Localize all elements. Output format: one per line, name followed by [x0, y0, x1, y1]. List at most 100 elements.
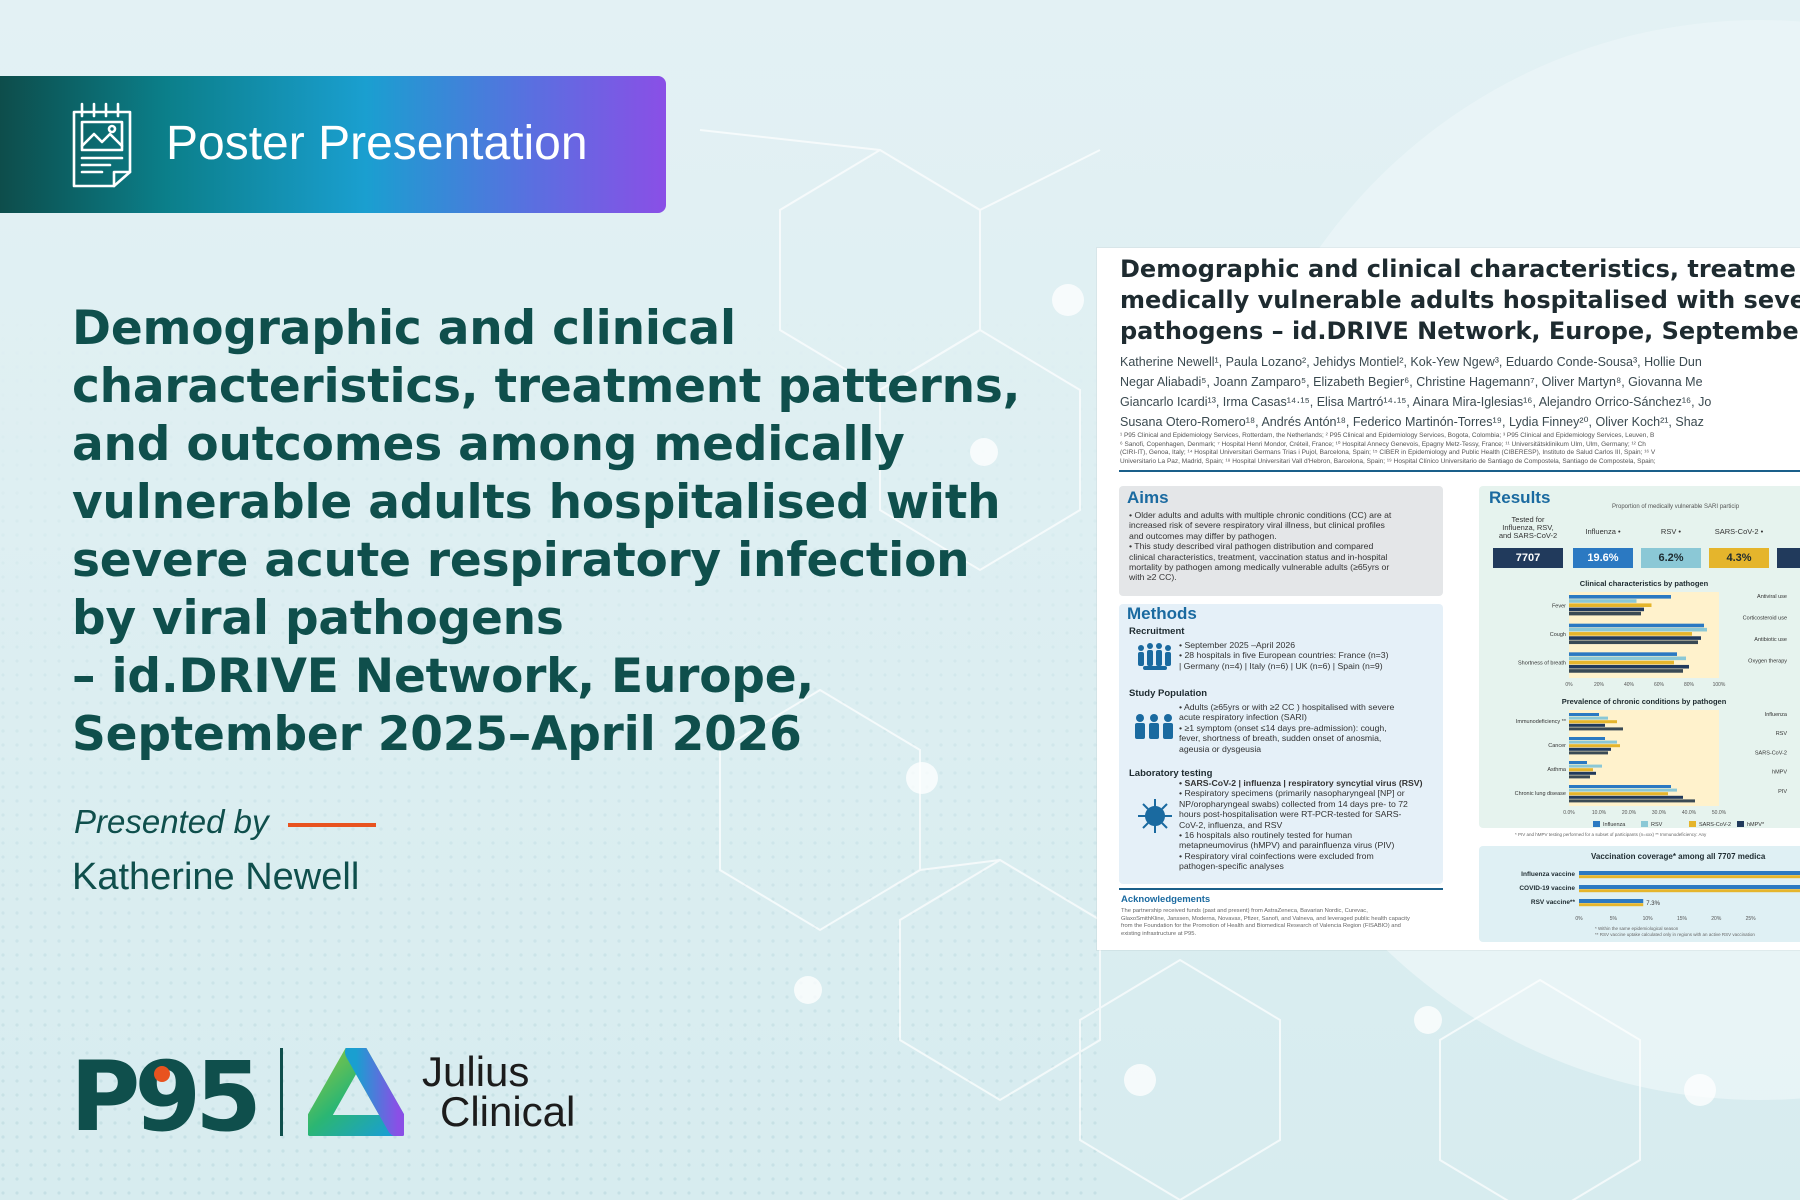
julius-clinical-logo-mark: [308, 1048, 404, 1136]
acknowledgements-line: from the Foundation for the Promotion of…: [1121, 923, 1401, 929]
aims-line: • This study described viral pathogen di…: [1129, 541, 1374, 552]
vaccine-bar: [1579, 871, 1800, 875]
category-label: Fever: [1552, 603, 1566, 609]
chart-1: Clinical characteristics by pathogen Feve…: [1518, 579, 1787, 688]
right-label: PIV: [1778, 789, 1787, 795]
legend-swatch: [1593, 821, 1600, 827]
bar: [1569, 785, 1671, 788]
legend-label: hMPV*: [1747, 822, 1765, 828]
author-line: Giancarlo Icardi¹³, Irma Casas¹⁴·¹⁵, Eli…: [1120, 395, 1712, 409]
right-label: SARS-CoV-2: [1755, 750, 1787, 756]
legend-swatch: [1641, 821, 1648, 827]
tick-label: 50.0%: [1712, 810, 1727, 816]
title-line: vulnerable adults hospitalised with: [72, 475, 1001, 530]
bar: [1569, 737, 1605, 740]
poster-title-line: Demographic and clinical characteristics…: [1120, 255, 1796, 283]
vaccine-bar: [1579, 875, 1800, 879]
title-line: September 2025–April 2026: [72, 707, 802, 762]
legend-label: RSV: [1651, 822, 1663, 828]
title-line: by viral pathogens: [72, 591, 564, 646]
bar: [1569, 656, 1686, 661]
tick-label: 5%: [1610, 916, 1618, 922]
stat-label: hM: [1777, 528, 1800, 536]
tick-label: 0%: [1575, 916, 1583, 922]
clinical-line: Clinical: [440, 1088, 576, 1135]
stat-value: 19.6%: [1573, 548, 1633, 568]
methods-heading: Methods: [1127, 604, 1197, 623]
laboratory-line: • 16 hospitals also routinely tested for…: [1179, 830, 1353, 841]
presentation-title: Demographic and clinical characteristics…: [72, 300, 1021, 764]
category-label: Asthma: [1547, 767, 1567, 773]
aims-line: with ≥2 CC).: [1129, 572, 1177, 583]
tick-label: 80%: [1684, 682, 1695, 688]
bar: [1569, 771, 1596, 775]
stat-total: 7707: [1493, 548, 1563, 568]
recruitment-line: | Germany (n=4) | Italy (n=6) | UK (n=6)…: [1179, 660, 1383, 671]
bar: [1569, 788, 1677, 792]
population-text: • Adults (≥65yrs or with ≥2 CC ) hospita…: [1179, 702, 1394, 754]
bar: [1569, 640, 1698, 645]
hospital-group-icon: [1138, 643, 1171, 670]
aims-text: • Older adults and adults with multiple …: [1129, 510, 1391, 583]
aims-line: clinical characteristics, treatment, vac…: [1129, 551, 1388, 562]
vaccination-footnote: ** RSV vaccine uptake calculated only in…: [1595, 932, 1755, 937]
right-label: Oxygen therapy: [1748, 659, 1787, 665]
title-line: severe acute respiratory infection: [72, 533, 970, 588]
category-label: Chronic lung disease: [1515, 791, 1566, 797]
bar: [1569, 607, 1644, 612]
category-label: Cancer: [1548, 743, 1566, 749]
population-line: acute respiratory infection (SARI): [1179, 712, 1307, 723]
presentation-banner: Poster Presentation: [0, 76, 666, 213]
tested-label: Tested for Influenza, RSV, and SARS-CoV-…: [1493, 516, 1563, 540]
category-label: Immunodeficiency **: [1516, 719, 1567, 725]
bar: [1569, 768, 1593, 772]
vaccination-footnote: * Within the same epidemiological season: [1595, 926, 1679, 931]
tick-label: 0%: [1565, 682, 1573, 688]
aims-line: increased risk of severe respiratory vir…: [1129, 520, 1385, 531]
author-line: Negar Aliabadi⁵, Joann Zamparo⁵, Elizabe…: [1120, 375, 1703, 389]
vaccine-bar: [1579, 899, 1644, 903]
bar: [1569, 761, 1587, 764]
bar: [1569, 636, 1701, 640]
presented-by-label: Presented by: [74, 803, 269, 840]
bar: [1569, 623, 1704, 628]
laboratory-line: CoV-2, influenza, and RSV: [1179, 819, 1283, 830]
tick-label: 30.0%: [1652, 810, 1667, 816]
poster-preview: Demographic and clinical characteristics…: [1097, 248, 1800, 950]
p95-logo: P95: [70, 1048, 260, 1136]
legend-swatch: [1737, 821, 1744, 827]
bar: [1569, 713, 1599, 716]
acknowledgements-divider: [1119, 888, 1443, 890]
tick-label: 10.0%: [1592, 810, 1607, 816]
results-footnote: * PIV and hMPV testing performed for a s…: [1515, 832, 1707, 837]
bar: [1569, 775, 1590, 779]
vaccine-label: COVID-19 vaccine: [1519, 885, 1575, 892]
bar: [1569, 611, 1641, 616]
presenter-name: Katherine Newell: [72, 856, 360, 898]
vaccine-label: Influenza vaccine: [1521, 871, 1575, 878]
virus-icon: [1138, 799, 1172, 833]
acknowledgements-line: The partnership received funds (past and…: [1121, 908, 1368, 914]
title-line: and outcomes among medically: [72, 417, 905, 472]
bar: [1569, 740, 1617, 744]
chart-2: Prevalence of chronic conditions by path…: [1515, 697, 1788, 828]
population-line: fever, shortness of breath, sudden onset…: [1179, 733, 1382, 744]
chart-title: Clinical characteristics by pathogen: [1580, 579, 1709, 588]
stat-value: [1777, 548, 1800, 568]
population-line: • ≥1 symptom (onset ≤14 days pre-admissi…: [1179, 722, 1387, 733]
vaccine-bar: [1579, 889, 1800, 893]
tick-label: 0.0%: [1563, 810, 1575, 816]
stat-label: Influenza •: [1585, 527, 1621, 536]
tick-label: 100%: [1713, 682, 1726, 688]
people-icon: [1135, 714, 1173, 739]
legend-label: Influenza: [1603, 822, 1626, 828]
laboratory-line: • Respiratory viral coinfections were ex…: [1179, 850, 1374, 861]
bar: [1569, 632, 1692, 636]
bar: [1569, 595, 1671, 599]
recruitment-line: • 28 hospitals in five European countrie…: [1179, 650, 1389, 661]
category-label: Shortness of breath: [1518, 661, 1566, 667]
bar: [1569, 669, 1683, 673]
bar: [1569, 799, 1695, 803]
bar: [1569, 792, 1668, 796]
bar: [1569, 744, 1620, 748]
